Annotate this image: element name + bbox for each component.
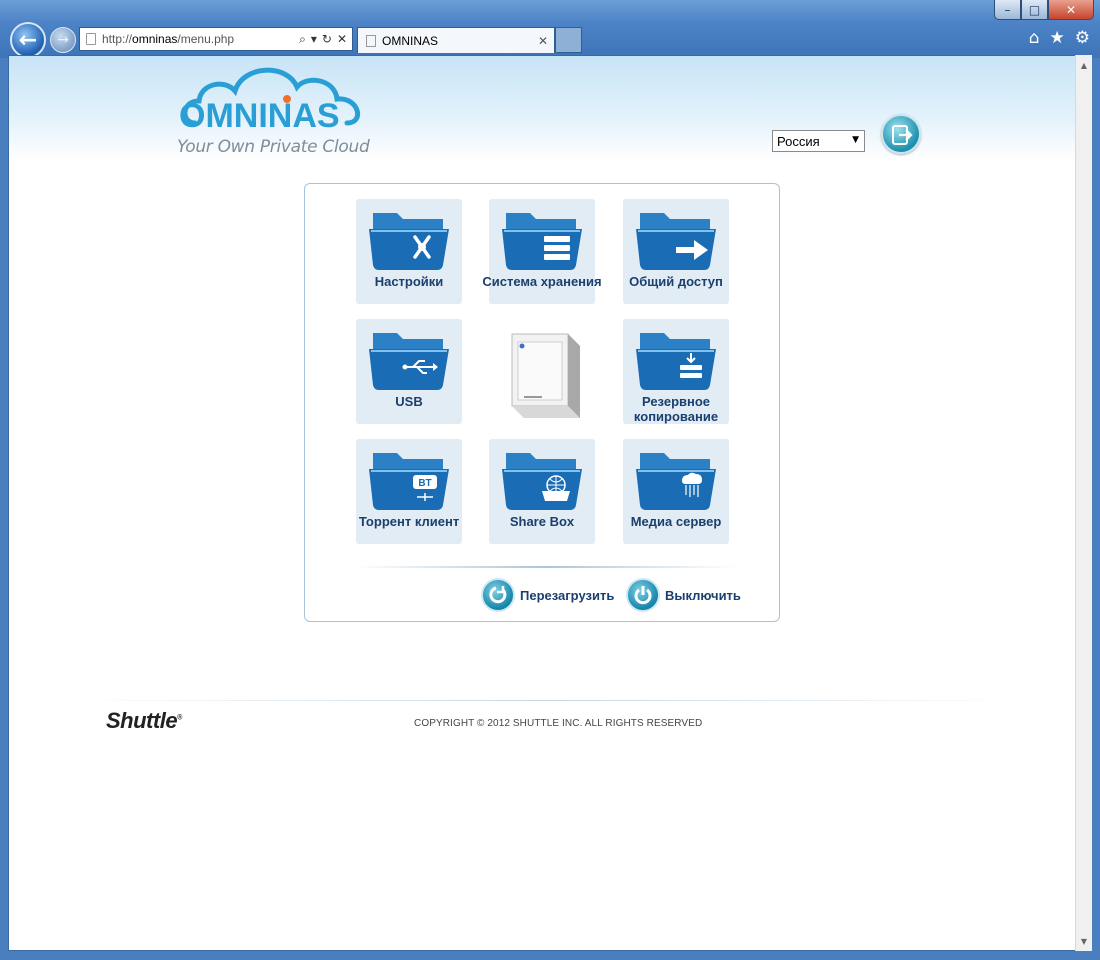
tile-label: Общий доступ xyxy=(629,274,723,289)
shuttle-logo: Shuttle® xyxy=(106,708,182,733)
tile-settings[interactable]: Настройки xyxy=(356,199,462,304)
vertical-scrollbar[interactable]: ▲ ▼ xyxy=(1075,55,1092,951)
scroll-up-icon[interactable]: ▲ xyxy=(1076,57,1092,73)
forward-arrow-icon: → xyxy=(57,32,69,48)
star-icon[interactable]: ★ xyxy=(1050,28,1065,48)
media-cloud-icon xyxy=(636,453,716,510)
tile-torrent[interactable]: BT Торрент клиент xyxy=(356,439,462,544)
stop-icon[interactable]: ✕ xyxy=(337,32,347,46)
tab-title: OMNINAS xyxy=(382,33,439,48)
tile-usb[interactable]: USB xyxy=(356,319,462,424)
page-icon xyxy=(366,34,376,47)
search-icon[interactable]: ⌕ xyxy=(299,32,306,47)
scroll-down-icon[interactable]: ▼ xyxy=(1076,933,1092,949)
close-window-button[interactable]: ✕ xyxy=(1048,0,1094,20)
usb-icon xyxy=(369,333,449,390)
minimize-button[interactable]: – xyxy=(994,0,1021,20)
tile-label: Настройки xyxy=(374,274,444,289)
shutdown-label: Выключить xyxy=(665,587,741,603)
shutdown-button[interactable]: Выключить xyxy=(626,578,741,612)
language-select[interactable]: Россия ▼ xyxy=(772,130,865,152)
storage-icon xyxy=(502,213,582,270)
refresh-icon[interactable]: ↻ xyxy=(322,32,332,46)
tools-icon xyxy=(369,213,449,270)
browser-tools: ⌂ ★ ⚙ xyxy=(1029,28,1090,48)
gear-icon[interactable]: ⚙ xyxy=(1075,28,1090,48)
tab-omninas[interactable]: OMNINAS ✕ xyxy=(357,27,555,53)
omninas-logo: OMNINAS Your Own Private Cloud xyxy=(175,61,375,161)
tile-storage[interactable]: Система хранения xyxy=(482,199,602,304)
tile-label: Медиа сервер xyxy=(630,514,722,529)
address-bar[interactable]: http://omninas/menu.php ⌕ ▾ ↻ ✕ xyxy=(79,27,353,51)
tile-backup[interactable]: Резервное копирование xyxy=(623,319,729,424)
tile-label: Share Box xyxy=(509,514,575,529)
url-path: /menu.php xyxy=(177,32,235,46)
copyright-text: COPYRIGHT © 2012 SHUTTLE INC. ALL RIGHTS… xyxy=(414,718,703,729)
url-host: omninas xyxy=(132,32,178,46)
url-prefix: http:// xyxy=(102,32,133,46)
brand-name: OMNINAS xyxy=(179,95,340,135)
back-button[interactable]: ← xyxy=(10,22,46,58)
page-viewport: OMNINAS Your Own Private Cloud Россия ▼ … xyxy=(8,55,1091,951)
divider xyxy=(353,566,738,568)
forward-button[interactable]: → xyxy=(50,27,76,53)
tile-sharing[interactable]: Общий доступ xyxy=(623,199,729,304)
footer-divider xyxy=(67,700,1027,701)
browser-chrome: – □ ✕ ← → http://omninas/menu.php ⌕ ▾ ↻ … xyxy=(0,0,1100,58)
home-icon[interactable]: ⌂ xyxy=(1029,28,1040,48)
globe-box-icon xyxy=(502,453,582,510)
tile-label: Резервное копирование xyxy=(633,394,719,424)
chevron-down-icon[interactable]: ▾ xyxy=(311,32,317,46)
logout-icon xyxy=(892,125,913,145)
reboot-button[interactable]: Перезагрузить xyxy=(481,578,614,612)
tile-label: Торрент клиент xyxy=(358,514,460,529)
tile-label: USB xyxy=(395,394,423,409)
svg-text:BT: BT xyxy=(418,478,431,489)
logout-button[interactable] xyxy=(881,114,921,154)
brand-tagline: Your Own Private Cloud xyxy=(177,137,370,157)
tile-media-server[interactable]: Медиа сервер xyxy=(623,439,729,544)
bt-icon: BT xyxy=(369,453,449,510)
power-icon xyxy=(626,578,660,612)
back-arrow-icon: ← xyxy=(18,27,38,53)
address-url[interactable]: http://omninas/menu.php xyxy=(102,32,299,46)
tile-sharebox[interactable]: Share Box xyxy=(489,439,595,544)
window-controls: – □ ✕ xyxy=(994,0,1094,20)
menu-panel: Настройки Система хранения Общий доступ xyxy=(304,183,780,622)
reboot-label: Перезагрузить xyxy=(520,587,615,603)
logo-dot xyxy=(283,95,291,103)
tile-label: Система хранения xyxy=(482,274,602,289)
chevron-down-icon: ▼ xyxy=(852,135,859,145)
page-icon xyxy=(86,33,96,45)
reboot-icon xyxy=(481,578,515,612)
maximize-button[interactable]: □ xyxy=(1021,0,1048,20)
nas-device-image xyxy=(511,333,580,418)
window-bottom-frame xyxy=(0,951,1100,960)
backup-icon xyxy=(636,333,716,390)
language-value: Россия xyxy=(777,133,820,149)
share-arrow-icon xyxy=(636,213,716,270)
new-tab-button[interactable] xyxy=(555,27,582,53)
tab-close-icon[interactable]: ✕ xyxy=(538,34,548,48)
